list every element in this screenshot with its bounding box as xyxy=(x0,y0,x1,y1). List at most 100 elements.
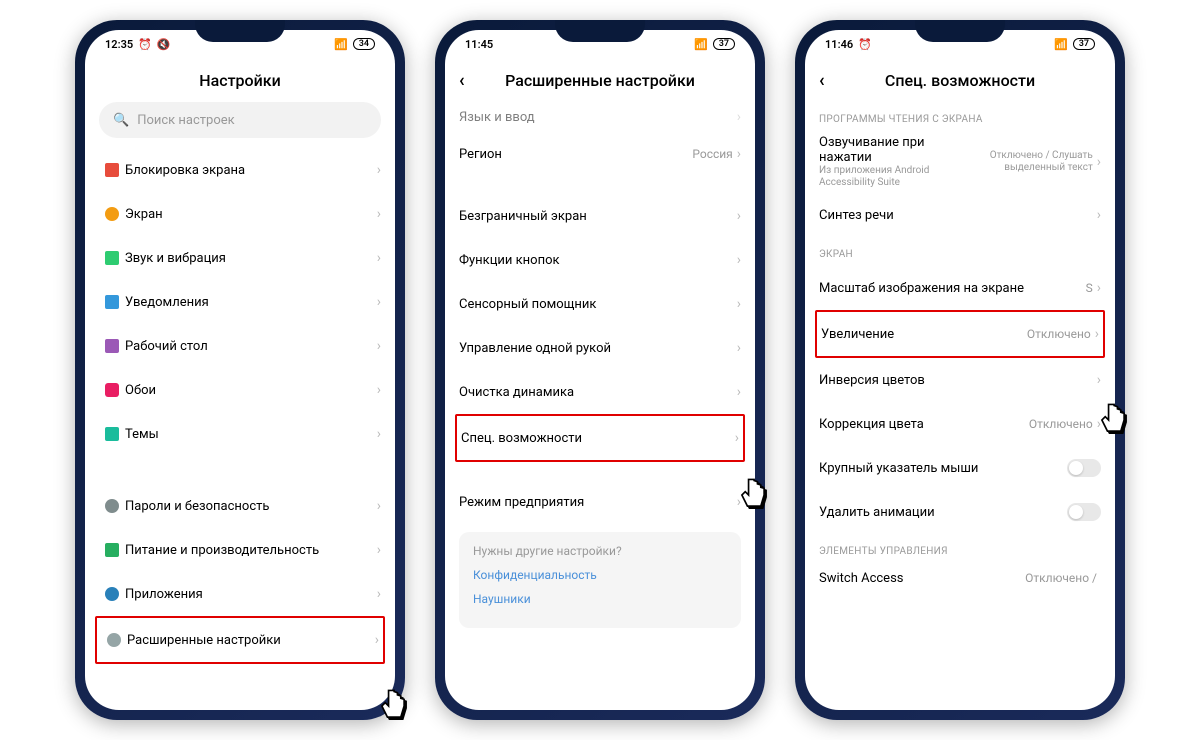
row-battery-performance[interactable]: Питание и производительность › xyxy=(99,528,381,572)
row-passwords-security[interactable]: Пароли и безопасность › xyxy=(99,484,381,528)
chevron-right-icon: › xyxy=(377,338,381,354)
chevron-right-icon: › xyxy=(1097,372,1101,388)
card-question: Нужны другие настройки? xyxy=(473,544,727,558)
chevron-right-icon: › xyxy=(1097,280,1101,296)
chevron-right-icon: › xyxy=(737,296,741,312)
section-screen: ЭКРАН xyxy=(819,237,1101,266)
back-button[interactable]: ‹ xyxy=(459,70,465,91)
chevron-right-icon: › xyxy=(375,632,379,648)
row-magnification[interactable]: Увеличение Отключено › xyxy=(821,312,1099,356)
row-color-inversion[interactable]: Инверсия цветов › xyxy=(819,358,1101,402)
battery-indicator: 37 xyxy=(1073,38,1095,50)
phone-frame-3: 11:46 ⏰ 📶 37 ‹ Спец. возможности ПРОГРАМ… xyxy=(795,20,1125,720)
chevron-right-icon: › xyxy=(1097,154,1101,170)
highlight-advanced-settings: Расширенные настройки › xyxy=(95,616,385,664)
chevron-right-icon: › xyxy=(1097,416,1101,432)
row-home-screen[interactable]: Рабочий стол › xyxy=(99,324,381,368)
lock-icon xyxy=(105,163,119,177)
chevron-right-icon: › xyxy=(377,206,381,222)
page-title: Настройки xyxy=(85,58,395,102)
row-large-pointer[interactable]: Крупный указатель мыши xyxy=(819,446,1101,490)
row-sound[interactable]: Звук и вибрация › xyxy=(99,236,381,280)
row-themes[interactable]: Темы › xyxy=(99,412,381,456)
chevron-right-icon: › xyxy=(737,109,741,125)
row-switch-access[interactable]: Switch Access Отключено / xyxy=(819,563,1101,593)
row-speaker-clean[interactable]: Очистка динамика › xyxy=(459,370,741,414)
row-advanced-settings[interactable]: Расширенные настройки › xyxy=(101,618,379,662)
chevron-right-icon: › xyxy=(737,252,741,268)
row-lock-screen[interactable]: Блокировка экрана › xyxy=(99,148,381,192)
row-remove-animations[interactable]: Удалить анимации xyxy=(819,490,1101,534)
page-title: ‹ Расширенные настройки xyxy=(445,58,755,102)
signal-icon: 📶 xyxy=(334,38,348,51)
toggle-remove-animations[interactable] xyxy=(1067,503,1101,521)
page-title: ‹ Спец. возможности xyxy=(805,58,1115,102)
chevron-right-icon: › xyxy=(1097,207,1101,223)
battery-indicator: 37 xyxy=(713,38,735,50)
chevron-right-icon: › xyxy=(735,430,739,446)
sun-icon xyxy=(105,207,119,221)
row-accessibility[interactable]: Спец. возможности › xyxy=(461,416,739,460)
row-talkback[interactable]: Озвучивание при нажатии Из приложения An… xyxy=(819,131,1101,193)
link-headphones[interactable]: Наушники xyxy=(473,592,727,606)
row-touch-assistant[interactable]: Сенсорный помощник › xyxy=(459,282,741,326)
chevron-right-icon: › xyxy=(737,208,741,224)
battery-icon xyxy=(105,543,119,557)
toggle-large-pointer[interactable] xyxy=(1067,459,1101,477)
status-bar: 11:46 ⏰ 📶 37 xyxy=(805,30,1115,58)
alarm-icon: ⏰ xyxy=(138,38,152,51)
row-notifications[interactable]: Уведомления › xyxy=(99,280,381,324)
more-icon xyxy=(107,633,121,647)
shield-icon xyxy=(105,499,119,513)
chevron-right-icon: › xyxy=(377,498,381,514)
row-apps[interactable]: Приложения › xyxy=(99,572,381,616)
row-enterprise-mode[interactable]: Режим предприятия › xyxy=(459,480,741,524)
chevron-right-icon: › xyxy=(377,542,381,558)
row-wallpaper[interactable]: Обои › xyxy=(99,368,381,412)
apps-icon xyxy=(105,587,119,601)
chevron-right-icon: › xyxy=(737,384,741,400)
signal-icon: 📶 xyxy=(694,38,708,51)
row-color-correction[interactable]: Коррекция цвета Отключено › xyxy=(819,402,1101,446)
row-one-handed[interactable]: Управление одной рукой › xyxy=(459,326,741,370)
search-input[interactable]: 🔍 Поиск настроек xyxy=(99,102,381,138)
search-icon: 🔍 xyxy=(113,113,129,128)
chevron-right-icon: › xyxy=(377,162,381,178)
row-fullscreen[interactable]: Безграничный экран › xyxy=(459,194,741,238)
phone-frame-2: 11:45 📶 37 ‹ Расширенные настройки Язык … xyxy=(435,20,765,720)
row-display-scale[interactable]: Масштаб изображения на экране S › xyxy=(819,266,1101,310)
alarm-icon: ⏰ xyxy=(858,38,872,51)
status-time: 12:35 xyxy=(105,38,133,51)
chevron-right-icon: › xyxy=(377,250,381,266)
phone-frame-1: 12:35 ⏰ 🔇 📶 34 Настройки 🔍 Поиск настрое… xyxy=(75,20,405,720)
chevron-right-icon: › xyxy=(377,294,381,310)
home-icon xyxy=(105,339,119,353)
signal-icon: 📶 xyxy=(1054,38,1068,51)
section-screen-readers: ПРОГРАММЫ ЧТЕНИЯ С ЭКРАНА xyxy=(819,102,1101,131)
section-controls: ЭЛЕМЕНТЫ УПРАВЛЕНИЯ xyxy=(819,534,1101,563)
other-settings-card: Нужны другие настройки? Конфиденциальнос… xyxy=(459,532,741,628)
bell-icon xyxy=(105,295,119,309)
chevron-right-icon: › xyxy=(377,382,381,398)
chevron-right-icon: › xyxy=(737,146,741,162)
back-button[interactable]: ‹ xyxy=(819,70,825,91)
row-language-input[interactable]: Язык и ввод › xyxy=(459,102,741,132)
sound-icon xyxy=(105,251,119,265)
status-bar: 11:45 📶 37 xyxy=(445,30,755,58)
flower-icon xyxy=(105,383,119,397)
row-display[interactable]: Экран › xyxy=(99,192,381,236)
chevron-right-icon: › xyxy=(377,586,381,602)
link-privacy[interactable]: Конфиденциальность xyxy=(473,568,727,582)
dnd-icon: 🔇 xyxy=(157,38,171,51)
row-button-functions[interactable]: Функции кнопок › xyxy=(459,238,741,282)
highlight-magnification: Увеличение Отключено › xyxy=(815,310,1105,358)
highlight-accessibility: Спец. возможности › xyxy=(455,414,745,462)
status-bar: 12:35 ⏰ 🔇 📶 34 xyxy=(85,30,395,58)
row-tts[interactable]: Синтез речи › xyxy=(819,193,1101,237)
chevron-right-icon: › xyxy=(1095,326,1099,342)
status-time: 11:45 xyxy=(465,38,493,51)
chevron-right-icon: › xyxy=(737,340,741,356)
theme-icon xyxy=(105,427,119,441)
row-region[interactable]: Регион Россия › xyxy=(459,132,741,176)
chevron-right-icon: › xyxy=(377,426,381,442)
